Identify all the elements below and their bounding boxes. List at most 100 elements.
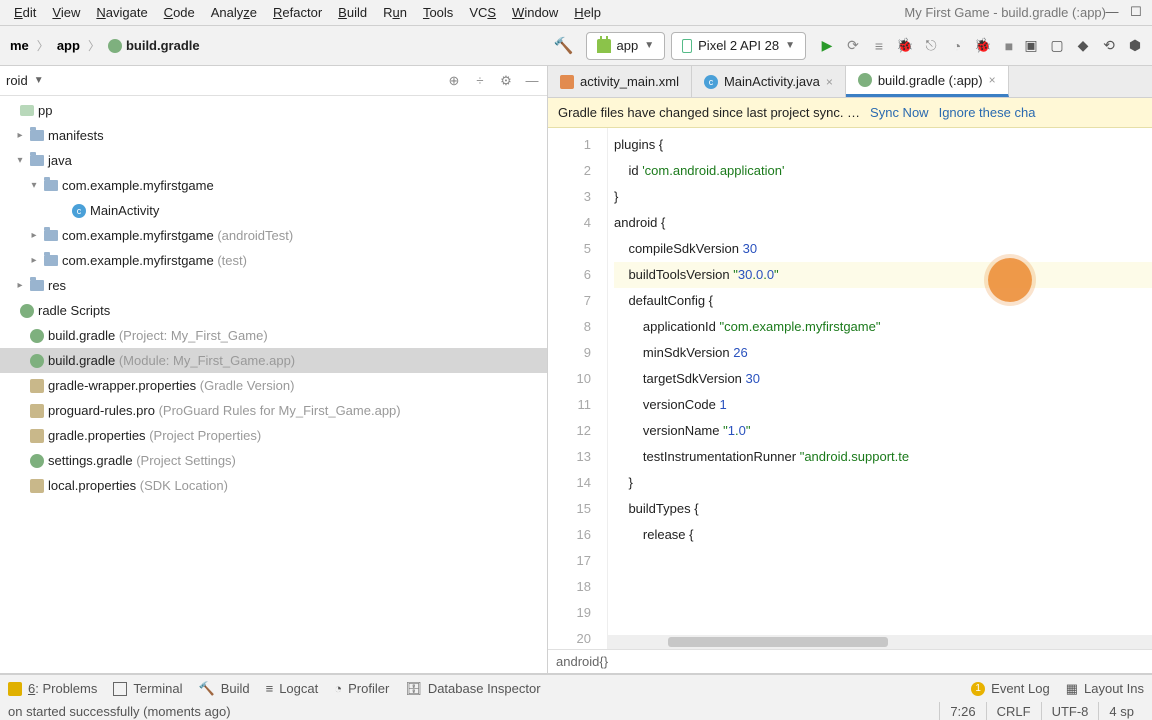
crumb-project[interactable]: me [6, 38, 33, 53]
module-icon [20, 105, 34, 116]
status-position[interactable]: 7:26 [939, 702, 985, 720]
code-breadcrumb[interactable]: android{} [548, 649, 1152, 673]
tree-res[interactable]: ▸res [0, 273, 547, 298]
apply-code-button[interactable]: ≡ [868, 35, 890, 57]
window-controls: — ☐ [1096, 0, 1152, 24]
tree-app[interactable]: pp [0, 98, 547, 123]
gradle-icon [108, 39, 122, 53]
gradle-icon [20, 304, 34, 318]
close-icon[interactable]: × [989, 73, 996, 87]
package-icon [44, 180, 58, 191]
menu-navigate[interactable]: Navigate [88, 3, 155, 22]
target-icon[interactable]: ⊕ [445, 73, 463, 89]
class-icon: c [704, 75, 718, 89]
menu-vcs[interactable]: VCS [461, 3, 504, 22]
sync-button[interactable]: ⟲ [1098, 35, 1120, 57]
minimize-icon[interactable]: — [1102, 4, 1122, 20]
properties-icon [30, 429, 44, 443]
profile-button[interactable]: ◔ [946, 35, 968, 57]
warning-badge: 1 [971, 682, 985, 696]
tool-database[interactable]: 🗄Database Inspector [405, 681, 540, 697]
menu-run[interactable]: Run [375, 3, 415, 22]
run-config-label: app [617, 38, 639, 53]
attach-debug-button[interactable]: 🐞 [972, 35, 994, 57]
ignore-link[interactable]: Ignore these cha [939, 105, 1036, 120]
tool-build[interactable]: 🔨Build [199, 681, 250, 697]
terminal-icon [113, 682, 127, 696]
tree-gradle-scripts[interactable]: radle Scripts [0, 298, 547, 323]
sdk-button[interactable]: ▢ [1046, 35, 1068, 57]
device-selector[interactable]: Pixel 2 API 28 ▼ [671, 32, 806, 60]
tool-logcat[interactable]: ≡Logcat [266, 681, 319, 696]
close-icon[interactable]: × [826, 75, 833, 89]
stop-button[interactable]: ■ [998, 35, 1020, 57]
crumb-module[interactable]: app [53, 38, 84, 53]
tree-build-gradle-module[interactable]: build.gradle (Module: My_First_Game.app) [0, 348, 547, 373]
tool-problems[interactable]: 6: Problems [8, 681, 97, 696]
layout-icon: ▦ [1066, 681, 1078, 697]
crumb-file[interactable]: build.gradle [104, 38, 204, 53]
tree-java[interactable]: ▾java [0, 148, 547, 173]
tree-pkg-main[interactable]: ▾com.example.myfirstgame [0, 173, 547, 198]
sync-now-link[interactable]: Sync Now [870, 105, 929, 120]
menu-build[interactable]: Build [330, 3, 375, 22]
main-toolbar: me app build.gradle 🔨 app ▼ Pixel 2 API … [0, 26, 1152, 66]
status-eol[interactable]: CRLF [986, 702, 1041, 720]
make-button[interactable]: 🔨 [548, 36, 580, 56]
package-icon [44, 230, 58, 241]
tab-activity-main[interactable]: activity_main.xml [548, 66, 692, 97]
menu-window[interactable]: Window [504, 3, 566, 22]
debug-button[interactable]: 🐞 [894, 35, 916, 57]
menu-code[interactable]: Code [156, 3, 203, 22]
tool-layout-inspector[interactable]: ▦Layout Ins [1066, 681, 1144, 697]
menu-edit[interactable]: Edit [6, 3, 44, 22]
tree-settings-gradle[interactable]: settings.gradle (Project Settings) [0, 448, 547, 473]
tree-proguard[interactable]: proguard-rules.pro (ProGuard Rules for M… [0, 398, 547, 423]
android-icon [597, 39, 611, 53]
project-tree[interactable]: pp ▸manifests ▾java ▾com.example.myfirst… [0, 96, 547, 673]
tree-pkg-test[interactable]: ▸com.example.myfirstgame (test) [0, 248, 547, 273]
tool-terminal[interactable]: Terminal [113, 681, 182, 696]
coverage-button[interactable]: ⎋ [920, 35, 942, 57]
gradle-icon [858, 73, 872, 87]
menu-view[interactable]: View [44, 3, 88, 22]
tree-gradle-properties[interactable]: gradle.properties (Project Properties) [0, 423, 547, 448]
hide-panel-icon[interactable]: — [523, 73, 541, 89]
code-content[interactable]: plugins { id 'com.android.application'}a… [608, 128, 1152, 649]
tab-main-activity[interactable]: cMainActivity.java× [692, 66, 846, 97]
scrollbar-thumb[interactable] [668, 637, 888, 647]
tool-event-log[interactable]: 1Event Log [971, 681, 1050, 696]
gear-icon[interactable]: ⚙ [497, 73, 515, 89]
run-button[interactable]: ▶ [816, 35, 838, 57]
menu-tools[interactable]: Tools [415, 3, 461, 22]
package-icon [44, 255, 58, 266]
run-config-selector[interactable]: app ▼ [586, 32, 666, 60]
resource-button[interactable]: ◆ [1072, 35, 1094, 57]
code-editor[interactable]: 1234567891011121314151617181920 plugins … [548, 128, 1152, 649]
project-view-selector[interactable]: roid▼ [6, 73, 44, 88]
tree-pkg-androidtest[interactable]: ▸com.example.myfirstgame (androidTest) [0, 223, 547, 248]
menu-analyze[interactable]: Analyze [203, 3, 265, 22]
gradle-icon [30, 329, 44, 343]
tree-local-properties[interactable]: local.properties (SDK Location) [0, 473, 547, 498]
tool-profiler[interactable]: ◔Profiler [334, 681, 389, 696]
cube-icon[interactable]: ⬢ [1124, 35, 1146, 57]
split-icon[interactable]: ÷ [471, 73, 489, 89]
tree-manifests[interactable]: ▸manifests [0, 123, 547, 148]
tree-main-activity[interactable]: cMainActivity [0, 198, 547, 223]
hammer-icon: 🔨 [199, 681, 215, 697]
avd-button[interactable]: ▣ [1020, 35, 1042, 57]
folder-icon [30, 130, 44, 141]
menu-refactor[interactable]: Refactor [265, 3, 330, 22]
apply-changes-button[interactable]: ⟳ [842, 35, 864, 57]
menu-help[interactable]: Help [566, 3, 609, 22]
tool-window-bar: 6: Problems Terminal 🔨Build ≡Logcat ◔Pro… [0, 674, 1152, 702]
status-encoding[interactable]: UTF-8 [1041, 702, 1099, 720]
tree-build-gradle-project[interactable]: build.gradle (Project: My_First_Game) [0, 323, 547, 348]
status-indent[interactable]: 4 sp [1098, 702, 1144, 720]
tab-build-gradle[interactable]: build.gradle (:app)× [846, 66, 1009, 97]
maximize-icon[interactable]: ☐ [1126, 4, 1146, 20]
horizontal-scrollbar[interactable] [608, 635, 1152, 649]
properties-icon [30, 479, 44, 493]
tree-gradle-wrapper[interactable]: gradle-wrapper.properties (Gradle Versio… [0, 373, 547, 398]
